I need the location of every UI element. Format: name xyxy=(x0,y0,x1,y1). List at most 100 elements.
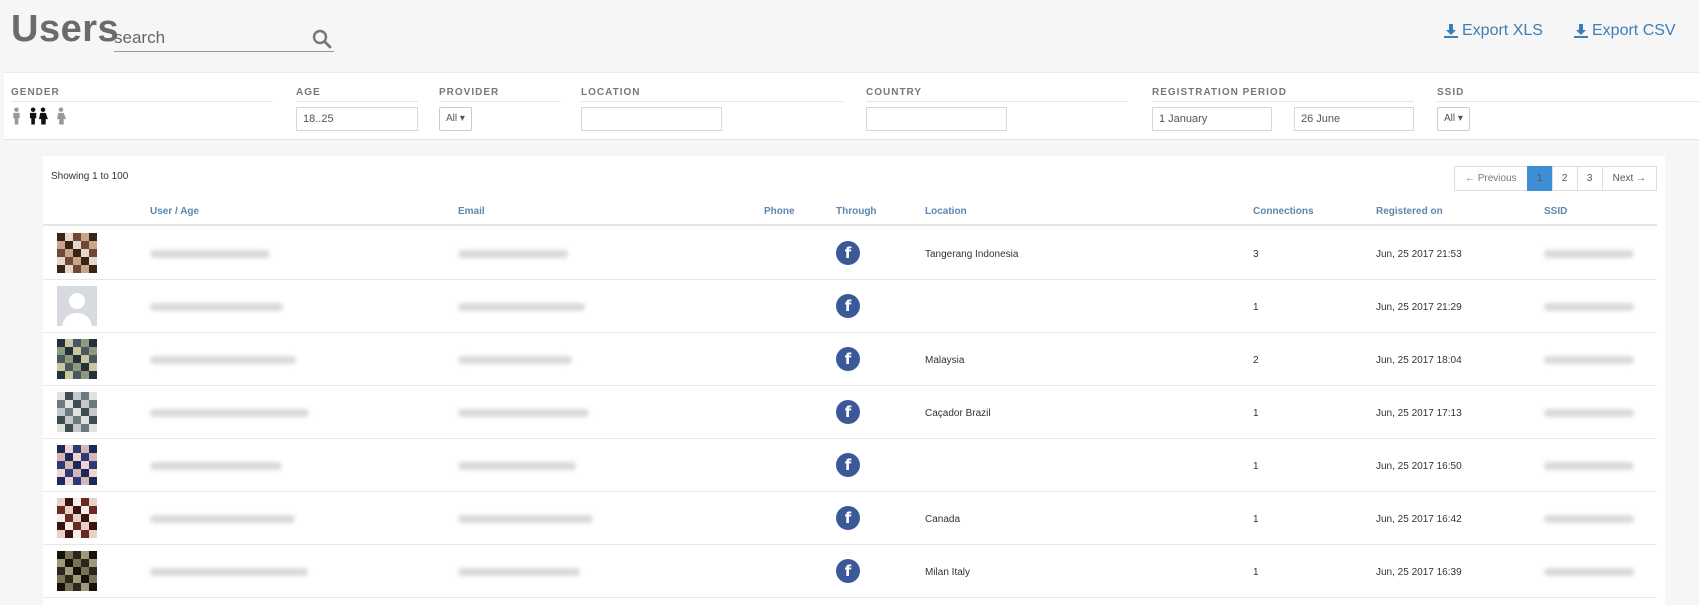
provider-dropdown[interactable]: All ▾ xyxy=(439,107,472,131)
email-redacted xyxy=(458,462,576,470)
age-input[interactable] xyxy=(296,107,418,131)
registered-on-cell: Jun, 25 2017 21:53 xyxy=(1376,249,1462,260)
user-name-redacted xyxy=(150,515,295,523)
filter-provider: PROVIDER xyxy=(439,87,561,102)
email-redacted xyxy=(458,568,580,576)
registered-on-cell: Jun, 25 2017 18:04 xyxy=(1376,355,1462,366)
user-name-redacted xyxy=(150,356,296,364)
female-icon[interactable] xyxy=(56,107,66,125)
location-cell: Caçador Brazil xyxy=(925,408,991,419)
facebook-icon: f xyxy=(836,241,860,265)
facebook-icon: f xyxy=(836,347,860,371)
registered-on-cell: Jun, 25 2017 16:42 xyxy=(1376,514,1462,525)
connections-cell: 1 xyxy=(1253,514,1259,525)
male-icon[interactable] xyxy=(12,107,21,125)
ssid-dropdown[interactable]: All ▾ xyxy=(1437,107,1470,131)
ssid-dropdown-value: All xyxy=(1444,113,1456,124)
email-redacted xyxy=(458,515,593,523)
filter-provider-label: PROVIDER xyxy=(439,87,561,102)
connections-cell: 1 xyxy=(1253,461,1259,472)
ssid-redacted xyxy=(1544,515,1634,523)
page-title: Users xyxy=(11,8,120,50)
connections-cell: 1 xyxy=(1253,408,1259,419)
filter-age: AGE xyxy=(296,87,418,102)
avatar xyxy=(57,498,97,538)
column-header-email[interactable]: Email xyxy=(458,206,485,217)
showing-count: Showing 1 to 100 xyxy=(51,171,129,182)
facebook-icon: f xyxy=(836,294,860,318)
filter-registration-period-label: REGISTRATION PERIOD xyxy=(1152,87,1414,102)
table-row[interactable]: f 1 Jun, 25 2017 16:50 xyxy=(43,439,1657,492)
export-csv-button[interactable]: Export CSV xyxy=(1573,22,1676,40)
avatar xyxy=(57,551,97,591)
column-header-user-age[interactable]: User / Age xyxy=(150,206,199,217)
export-xls-label: Export XLS xyxy=(1462,22,1543,39)
location-input[interactable] xyxy=(581,107,722,131)
column-header-ssid[interactable]: SSID xyxy=(1544,206,1567,217)
provider-dropdown-value: All xyxy=(446,113,458,124)
country-input[interactable] xyxy=(866,107,1007,131)
download-icon xyxy=(1444,24,1458,38)
avatar xyxy=(57,339,97,379)
ssid-redacted xyxy=(1544,568,1634,576)
filter-gender-label: GENDER xyxy=(11,87,273,102)
table-row[interactable]: f 1 Jun, 25 2017 21:29 xyxy=(43,280,1657,333)
filter-age-label: AGE xyxy=(296,87,418,102)
search-box xyxy=(114,26,334,52)
ssid-redacted xyxy=(1544,303,1634,311)
pagination: ← Previous 1 2 3 Next → xyxy=(1453,166,1657,191)
ssid-redacted xyxy=(1544,250,1634,258)
column-header-registered-on[interactable]: Registered on xyxy=(1376,206,1443,217)
table-row[interactable]: f Tangerang Indonesia 3 Jun, 25 2017 21:53 xyxy=(43,227,1657,280)
pagination-page-2[interactable]: 2 xyxy=(1551,166,1578,191)
registered-on-cell: Jun, 25 2017 16:39 xyxy=(1376,567,1462,578)
user-name-redacted xyxy=(150,303,283,311)
table-row[interactable]: f Malaysia 2 Jun, 25 2017 18:04 xyxy=(43,333,1657,386)
registered-on-cell: Jun, 25 2017 16:50 xyxy=(1376,461,1462,472)
filter-country: COUNTRY xyxy=(866,87,1128,102)
pagination-page-3[interactable]: 3 xyxy=(1576,166,1603,191)
ssid-redacted xyxy=(1544,409,1634,417)
table-row[interactable]: f Canada 1 Jun, 25 2017 16:42 xyxy=(43,492,1657,545)
user-name-redacted xyxy=(150,409,309,417)
filter-registration-period: REGISTRATION PERIOD xyxy=(1152,87,1414,102)
filter-location: LOCATION xyxy=(581,87,843,102)
registration-from-input[interactable] xyxy=(1152,107,1272,131)
connections-cell: 3 xyxy=(1253,249,1259,260)
registered-on-cell: Jun, 25 2017 17:13 xyxy=(1376,408,1462,419)
export-xls-button[interactable]: Export XLS xyxy=(1443,22,1543,40)
facebook-icon: f xyxy=(836,506,860,530)
filter-location-label: LOCATION xyxy=(581,87,843,102)
facebook-icon: f xyxy=(836,453,860,477)
table-row[interactable]: f Caçador Brazil 1 Jun, 25 2017 17:13 xyxy=(43,386,1657,439)
ssid-redacted xyxy=(1544,356,1634,364)
search-input[interactable] xyxy=(114,26,304,50)
column-header-location[interactable]: Location xyxy=(925,206,967,217)
export-csv-label: Export CSV xyxy=(1592,22,1676,39)
table-row[interactable]: f Milan Italy 1 Jun, 25 2017 16:39 xyxy=(43,545,1657,598)
connections-cell: 1 xyxy=(1253,567,1259,578)
registration-to-input[interactable] xyxy=(1294,107,1414,131)
pagination-previous[interactable]: ← Previous xyxy=(1453,166,1528,191)
user-name-redacted xyxy=(150,568,308,576)
connections-cell: 2 xyxy=(1253,355,1259,366)
connections-cell: 1 xyxy=(1253,302,1259,313)
column-header-through[interactable]: Through xyxy=(836,206,877,217)
pagination-next[interactable]: Next → xyxy=(1601,166,1657,191)
search-icon[interactable] xyxy=(312,29,332,49)
ssid-redacted xyxy=(1544,462,1634,470)
gender-selector xyxy=(12,107,66,125)
email-redacted xyxy=(458,409,589,417)
location-cell: Tangerang Indonesia xyxy=(925,249,1019,260)
facebook-icon: f xyxy=(836,400,860,424)
location-cell: Malaysia xyxy=(925,355,965,366)
avatar xyxy=(57,233,97,273)
user-name-redacted xyxy=(150,462,282,470)
filter-ssid: SSID xyxy=(1437,87,1699,102)
pagination-page-1[interactable]: 1 xyxy=(1526,166,1553,191)
column-header-phone[interactable]: Phone xyxy=(764,206,795,217)
filter-country-label: COUNTRY xyxy=(866,87,1128,102)
table-header-divider xyxy=(43,224,1657,226)
couple-icon[interactable] xyxy=(28,107,49,125)
column-header-connections[interactable]: Connections xyxy=(1253,206,1314,217)
